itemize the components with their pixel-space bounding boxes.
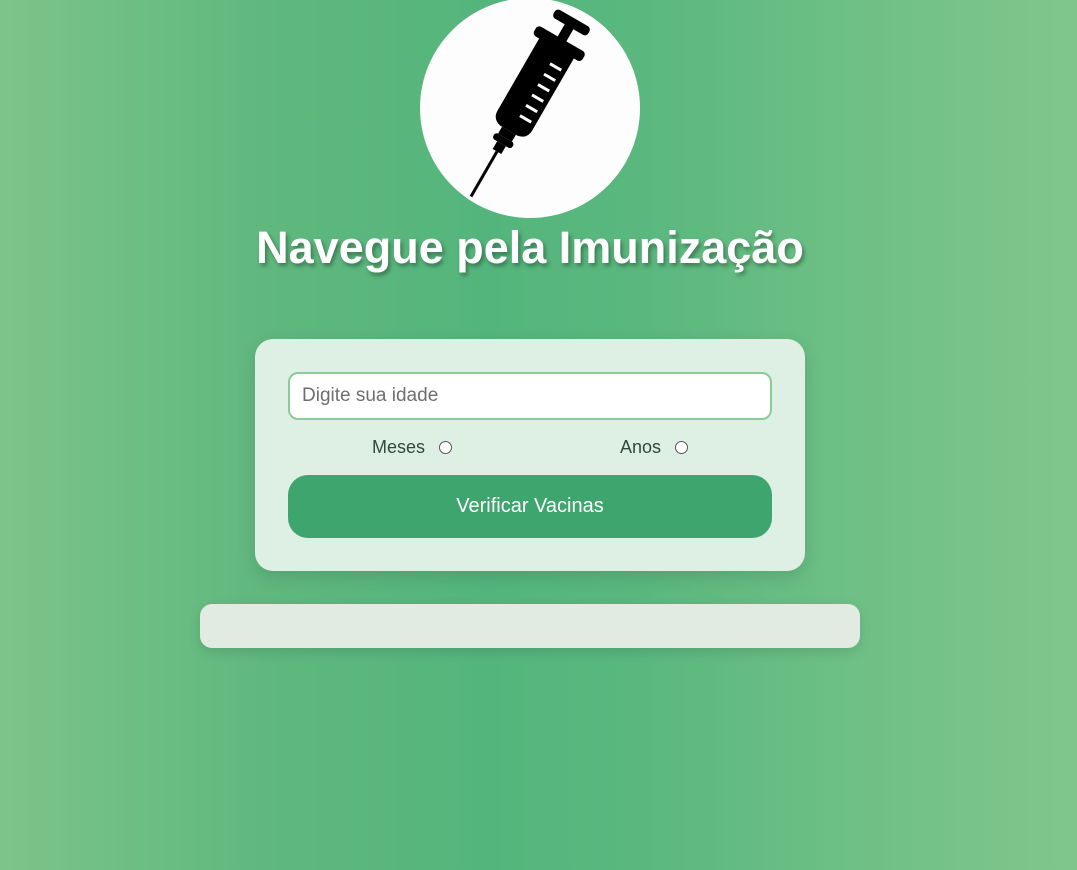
result-box — [200, 604, 860, 648]
radio-anos-label: Anos — [620, 437, 662, 457]
verify-vaccines-button[interactable]: Verificar Vacinas — [288, 475, 772, 538]
radio-meses-button[interactable] — [439, 441, 453, 454]
radio-meses-label: Meses — [372, 437, 426, 457]
radio-anos[interactable]: Anos — [620, 437, 689, 458]
radio-anos-button[interactable] — [675, 441, 689, 454]
radio-meses[interactable]: Meses — [372, 437, 453, 458]
logo — [420, 0, 640, 218]
age-input[interactable] — [288, 372, 772, 420]
age-form-card: Meses Anos Verificar Vacinas — [255, 339, 805, 571]
syringe-icon — [469, 9, 590, 198]
page-title: Navegue pela Imunização — [256, 222, 804, 273]
